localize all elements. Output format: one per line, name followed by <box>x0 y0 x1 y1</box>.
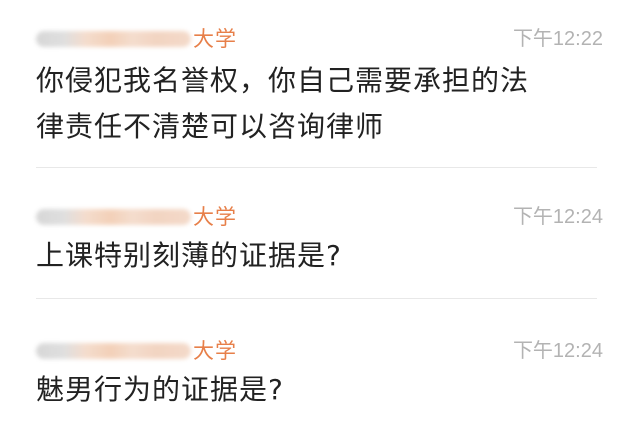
comment-item: 大学 下午12:24 魅男行为的证据是? <box>0 299 633 422</box>
author-name-redacted <box>36 209 191 225</box>
comment-header: 大学 下午12:24 <box>36 200 603 234</box>
comment-header: 大学 下午12:22 <box>36 22 603 56</box>
comment-item: 大学 下午12:22 你侵犯我名誉权，你自己需要承担的法 律责任不清楚可以咨询律… <box>0 0 633 168</box>
comment-item: 大学 下午12:24 上课特别刻薄的证据是? <box>0 168 633 299</box>
comment-text: 上课特别刻薄的证据是? <box>36 239 342 272</box>
comment-text: 魅男行为的证据是? <box>36 373 284 406</box>
comment-text: 你侵犯我名誉权，你自己需要承担的法 律责任不清楚可以咨询律师 <box>36 64 530 143</box>
comment-timestamp: 下午12:22 <box>512 28 603 50</box>
comment-author[interactable]: 大学 <box>36 200 237 234</box>
comment-author[interactable]: 大学 <box>36 334 237 368</box>
comment-timestamp: 下午12:24 <box>512 206 603 228</box>
author-name-redacted <box>36 31 191 47</box>
author-name-suffix[interactable]: 大学 <box>193 334 237 368</box>
author-name-suffix[interactable]: 大学 <box>193 22 237 56</box>
comment-timestamp: 下午12:24 <box>512 340 603 362</box>
author-name-redacted <box>36 343 191 359</box>
comment-list: 大学 下午12:22 你侵犯我名誉权，你自己需要承担的法 律责任不清楚可以咨询律… <box>0 0 633 422</box>
author-name-suffix[interactable]: 大学 <box>193 200 237 234</box>
comment-author[interactable]: 大学 <box>36 22 237 56</box>
comment-header: 大学 下午12:24 <box>36 334 603 368</box>
